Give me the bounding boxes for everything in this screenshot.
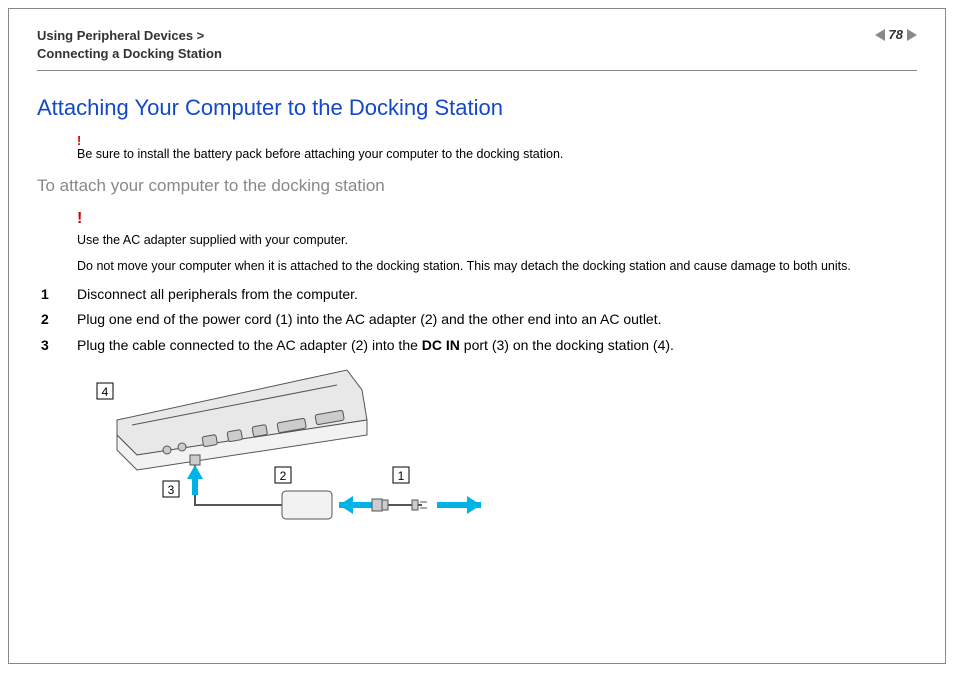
- docking-station-figure: 4 3 2: [77, 365, 917, 540]
- step-item: Plug one end of the power cord (1) into …: [37, 310, 917, 329]
- callout-1: 1: [398, 469, 405, 483]
- warning-icon: !: [77, 210, 917, 228]
- step-text: Disconnect all peripherals from the comp…: [77, 286, 358, 302]
- note-block: ! Be sure to install the battery pack be…: [77, 135, 917, 162]
- callout-4: 4: [102, 385, 109, 399]
- warning-line1: Use the AC adapter supplied with your co…: [77, 233, 917, 247]
- page-header: Using Peripheral Devices > Connecting a …: [37, 27, 917, 71]
- steps-list: Disconnect all peripherals from the comp…: [37, 285, 917, 356]
- step-item: Plug the cable connected to the AC adapt…: [37, 336, 917, 355]
- page-number: 78: [889, 27, 903, 42]
- breadcrumb-line2: Connecting a Docking Station: [37, 46, 222, 61]
- pager: 78: [875, 27, 917, 42]
- docking-diagram-svg: 4 3 2: [77, 365, 507, 535]
- warning-line2: Do not move your computer when it is att…: [77, 259, 917, 273]
- step-text-pre: Plug the cable connected to the AC adapt…: [77, 337, 422, 353]
- breadcrumb-line1: Using Peripheral Devices >: [37, 28, 204, 43]
- note-text: Be sure to install the battery pack befo…: [77, 147, 563, 161]
- step-text-bold: DC IN: [422, 337, 460, 353]
- section-subtitle: To attach your computer to the docking s…: [37, 176, 917, 196]
- breadcrumb: Using Peripheral Devices > Connecting a …: [37, 27, 222, 62]
- page-title: Attaching Your Computer to the Docking S…: [37, 95, 917, 121]
- warning-block: ! Use the AC adapter supplied with your …: [77, 210, 917, 273]
- step-text: Plug one end of the power cord (1) into …: [77, 311, 662, 327]
- step-item: Disconnect all peripherals from the comp…: [37, 285, 917, 304]
- next-page-icon[interactable]: [907, 29, 917, 41]
- prev-page-icon[interactable]: [875, 29, 885, 41]
- content: Attaching Your Computer to the Docking S…: [37, 71, 917, 540]
- step-text-post: port (3) on the docking station (4).: [460, 337, 674, 353]
- callout-2: 2: [280, 469, 287, 483]
- callout-3: 3: [168, 483, 175, 497]
- document-page: Using Peripheral Devices > Connecting a …: [8, 8, 946, 664]
